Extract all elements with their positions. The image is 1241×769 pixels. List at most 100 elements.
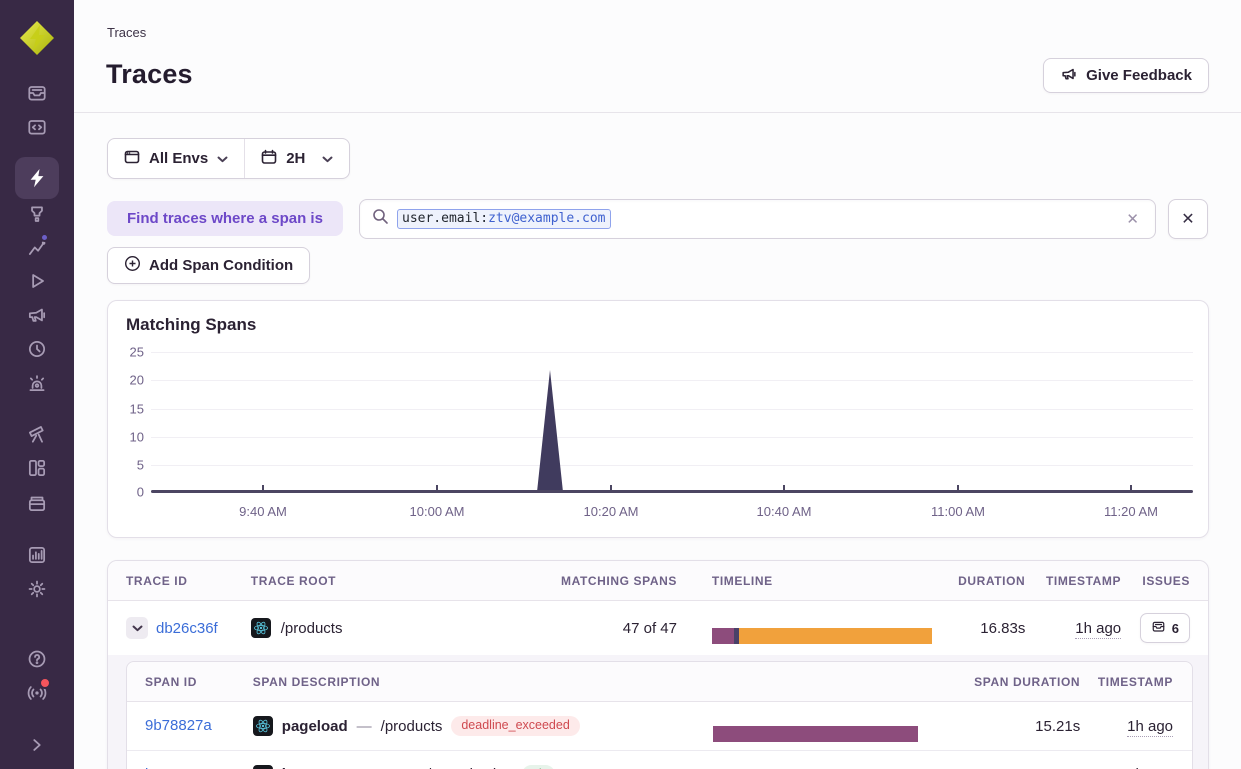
settings-icon[interactable] — [26, 578, 48, 600]
chart-series-area[interactable] — [151, 346, 1193, 492]
token-value: ztv@example.com — [488, 211, 605, 226]
sidebar — [0, 0, 74, 769]
stats-icon[interactable] — [26, 544, 48, 566]
feedback-icon[interactable] — [26, 304, 48, 326]
x-tick-label: 10:40 AM — [757, 504, 812, 519]
col-duration: Duration — [932, 574, 1026, 588]
explore-icon[interactable] — [26, 116, 48, 138]
window-icon — [124, 149, 140, 169]
issues-icon[interactable] — [26, 82, 48, 104]
span-op: pageload — [282, 718, 348, 735]
trace-duration: 16.83s — [932, 620, 1026, 637]
span-id-link[interactable]: 9b78827a — [145, 717, 212, 734]
environment-selector[interactable]: All Envs — [108, 139, 244, 178]
x-axis-line — [151, 490, 1193, 493]
search-filter-token[interactable]: user.email:ztv@example.com — [397, 209, 611, 229]
span-id-link[interactable]: b7a7e441 — [145, 766, 212, 769]
col-matching-spans: Matching Spans — [560, 574, 677, 588]
y-tick-label: 10 — [114, 430, 144, 445]
span-description: /products — [381, 718, 443, 735]
span-status-badge: ok — [522, 765, 555, 769]
issues-count: 6 — [1172, 621, 1179, 636]
col-span-description: Span Description — [253, 675, 713, 689]
token-key: user.email: — [402, 211, 488, 226]
matching-spans-chart-panel: Matching Spans 25 20 15 10 5 0 9:40 AM 1… — [107, 300, 1209, 538]
trace-expanded-zone: Span ID Span Description Span Duration T… — [108, 655, 1208, 769]
calendar-icon — [261, 149, 277, 169]
discover-icon[interactable] — [26, 423, 48, 445]
trace-id-link[interactable]: db26c36f — [156, 620, 218, 637]
y-tick-label: 15 — [114, 402, 144, 417]
give-feedback-button[interactable]: Give Feedback — [1043, 58, 1209, 93]
app-logo[interactable] — [17, 18, 57, 58]
col-trace-root: Trace Root — [251, 574, 560, 588]
x-tick-mark — [262, 485, 264, 491]
trace-root-name: /products — [281, 620, 343, 637]
add-span-condition-button[interactable]: Add Span Condition — [107, 247, 310, 284]
x-tick-label: 9:40 AM — [239, 504, 287, 519]
replays-icon[interactable] — [26, 270, 48, 292]
x-tick-mark — [436, 485, 438, 491]
clear-search-icon[interactable]: ✕ — [1122, 206, 1143, 232]
releases-icon[interactable] — [26, 338, 48, 360]
alerts-icon[interactable] — [26, 372, 48, 394]
header-divider — [74, 112, 1241, 113]
trace-issues-button[interactable]: 6 — [1140, 613, 1190, 643]
environment-label: All Envs — [149, 150, 208, 167]
span-row: 9b78827a pageload — /products deadline_e… — [127, 702, 1192, 750]
close-icon: ✕ — [1181, 209, 1194, 229]
span-duration: 15.21s — [932, 718, 1080, 735]
x-tick-label: 11:00 AM — [931, 504, 985, 519]
y-tick-label: 25 — [114, 345, 144, 360]
time-range-label: 2H — [286, 150, 305, 167]
collapse-trace-button[interactable] — [126, 617, 148, 639]
chevron-down-icon — [217, 150, 228, 167]
breadcrumb[interactable]: Traces — [107, 25, 146, 40]
spans-table-header: Span ID Span Description Span Duration T… — [127, 662, 1192, 702]
x-tick-mark — [1130, 485, 1132, 491]
spans-table: Span ID Span Description Span Duration T… — [126, 661, 1193, 769]
matching-spans-count: 47 of 47 — [560, 620, 677, 637]
page-title: Traces — [106, 59, 193, 90]
traces-icon[interactable] — [26, 167, 48, 189]
collapse-sidebar-icon[interactable] — [26, 734, 48, 756]
x-tick-mark — [610, 485, 612, 491]
col-span-id: Span ID — [145, 675, 253, 689]
time-range-selector[interactable]: 2H — [245, 139, 349, 178]
react-platform-icon — [253, 716, 273, 736]
give-feedback-label: Give Feedback — [1086, 67, 1192, 84]
col-trace-id: Trace ID — [126, 574, 251, 588]
page-filter-bar: All Envs 2H — [107, 138, 350, 179]
x-tick-label: 11:20 AM — [1104, 504, 1158, 519]
col-timeline: Timeline — [712, 574, 932, 588]
col-span-duration: Span Duration — [932, 675, 1080, 689]
span-row: b7a7e441 GO http.server — GET /organizat… — [127, 750, 1192, 769]
span-timestamp[interactable]: 1h ago — [1127, 718, 1173, 737]
trace-timestamp[interactable]: 1h ago — [1075, 620, 1121, 639]
span-search-input[interactable]: user.email:ztv@example.com ✕ — [359, 199, 1156, 239]
add-span-condition-label: Add Span Condition — [149, 257, 293, 274]
help-icon[interactable] — [26, 648, 48, 670]
dashboards-icon[interactable] — [26, 457, 48, 479]
remove-condition-button[interactable]: ✕ — [1168, 199, 1208, 239]
col-timestamp: Timestamp — [1025, 574, 1121, 588]
whats-new-notification-dot — [39, 677, 51, 689]
x-tick-label: 10:00 AM — [410, 504, 465, 519]
col-issues: Issues — [1121, 574, 1190, 588]
x-tick-label: 10:20 AM — [584, 504, 639, 519]
projects-icon[interactable] — [26, 492, 48, 514]
x-tick-mark — [783, 485, 785, 491]
plus-circle-icon — [124, 255, 141, 276]
traces-table-header: Trace ID Trace Root Matching Spans Timel… — [108, 561, 1208, 601]
y-tick-label: 5 — [114, 458, 144, 473]
span-status-badge: deadline_exceeded — [451, 716, 579, 736]
insights-icon[interactable] — [26, 203, 48, 225]
megaphone-icon — [1060, 65, 1078, 87]
col-span-timestamp: Timestamp — [1080, 675, 1173, 689]
go-platform-icon: GO — [253, 765, 273, 769]
react-platform-icon — [251, 618, 271, 638]
search-icon — [372, 208, 389, 230]
traces-table: Trace ID Trace Root Matching Spans Timel… — [107, 560, 1209, 769]
span-condition-pill: Find traces where a span is — [107, 201, 343, 236]
chevron-down-icon — [322, 150, 333, 167]
